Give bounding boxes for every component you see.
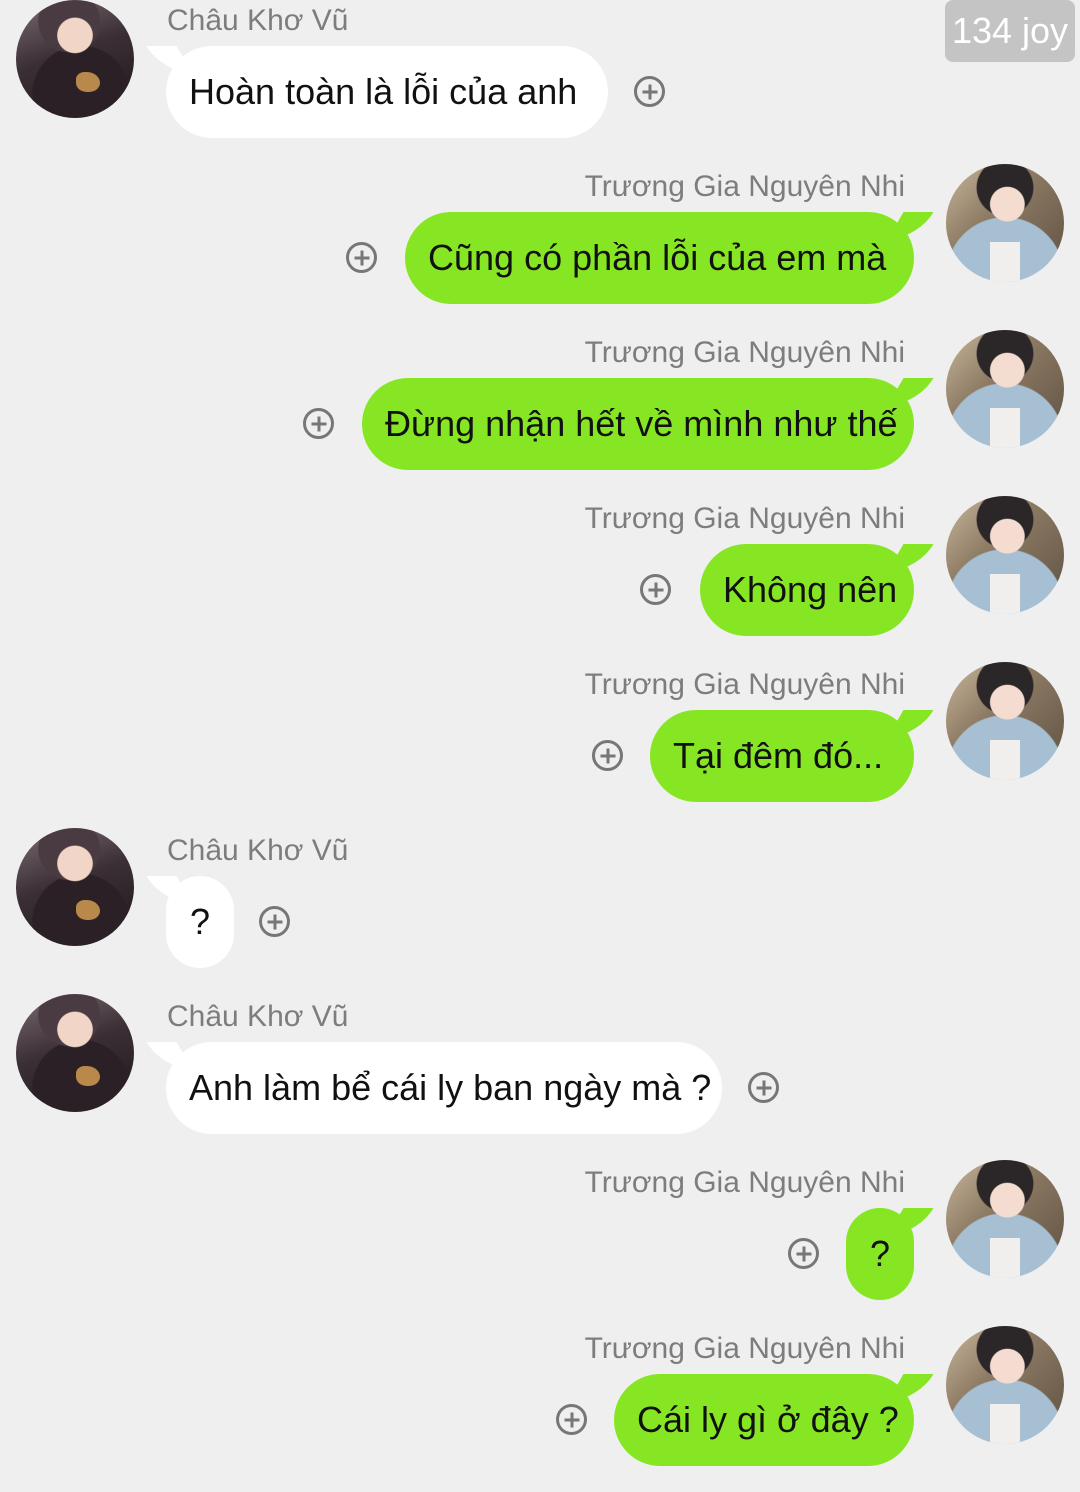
add-reaction-icon[interactable] — [640, 574, 671, 605]
avatar-chau-kho-vu[interactable] — [16, 0, 134, 118]
message-bubble[interactable]: Anh làm bể cái ly ban ngày mà ? — [166, 1042, 722, 1134]
sender-name: Châu Khơ Vũ — [167, 1000, 349, 1033]
add-reaction-icon[interactable] — [788, 1238, 819, 1269]
sender-name: Trương Gia Nguyên Nhi — [584, 336, 905, 369]
avatar-truong-gia-nguyen-nhi[interactable] — [946, 330, 1064, 448]
add-reaction-icon[interactable] — [556, 1404, 587, 1435]
message-bubble[interactable]: Cái ly gì ở đây ? — [614, 1374, 914, 1466]
message-bubble[interactable]: ? — [166, 876, 234, 968]
counter-badge: 134 joy — [945, 0, 1075, 62]
avatar-chau-kho-vu[interactable] — [16, 828, 134, 946]
message-bubble[interactable]: ? — [846, 1208, 914, 1300]
add-reaction-icon[interactable] — [748, 1072, 779, 1103]
sender-name: Châu Khơ Vũ — [167, 834, 349, 867]
sender-name: Trương Gia Nguyên Nhi — [584, 170, 905, 203]
avatar-truong-gia-nguyen-nhi[interactable] — [946, 662, 1064, 780]
sender-name: Trương Gia Nguyên Nhi — [584, 668, 905, 701]
add-reaction-icon[interactable] — [259, 906, 290, 937]
sender-name: Trương Gia Nguyên Nhi — [584, 1332, 905, 1365]
avatar-truong-gia-nguyen-nhi[interactable] — [946, 1160, 1064, 1278]
message-bubble[interactable]: Đừng nhận hết về mình như thế — [362, 378, 914, 470]
sender-name: Châu Khơ Vũ — [167, 4, 349, 37]
add-reaction-icon[interactable] — [592, 740, 623, 771]
avatar-truong-gia-nguyen-nhi[interactable] — [946, 164, 1064, 282]
sender-name: Trương Gia Nguyên Nhi — [584, 502, 905, 535]
message-bubble[interactable]: Hoàn toàn là lỗi của anh — [166, 46, 608, 138]
add-reaction-icon[interactable] — [634, 76, 665, 107]
avatar-truong-gia-nguyen-nhi[interactable] — [946, 496, 1064, 614]
add-reaction-icon[interactable] — [346, 242, 377, 273]
message-bubble[interactable]: Cũng có phần lỗi của em mà — [405, 212, 914, 304]
avatar-truong-gia-nguyen-nhi[interactable] — [946, 1326, 1064, 1444]
sender-name: Trương Gia Nguyên Nhi — [584, 1166, 905, 1199]
avatar-chau-kho-vu[interactable] — [16, 994, 134, 1112]
add-reaction-icon[interactable] — [303, 408, 334, 439]
message-bubble[interactable]: Không nên — [700, 544, 914, 636]
message-bubble[interactable]: Tại đêm đó... — [650, 710, 914, 802]
